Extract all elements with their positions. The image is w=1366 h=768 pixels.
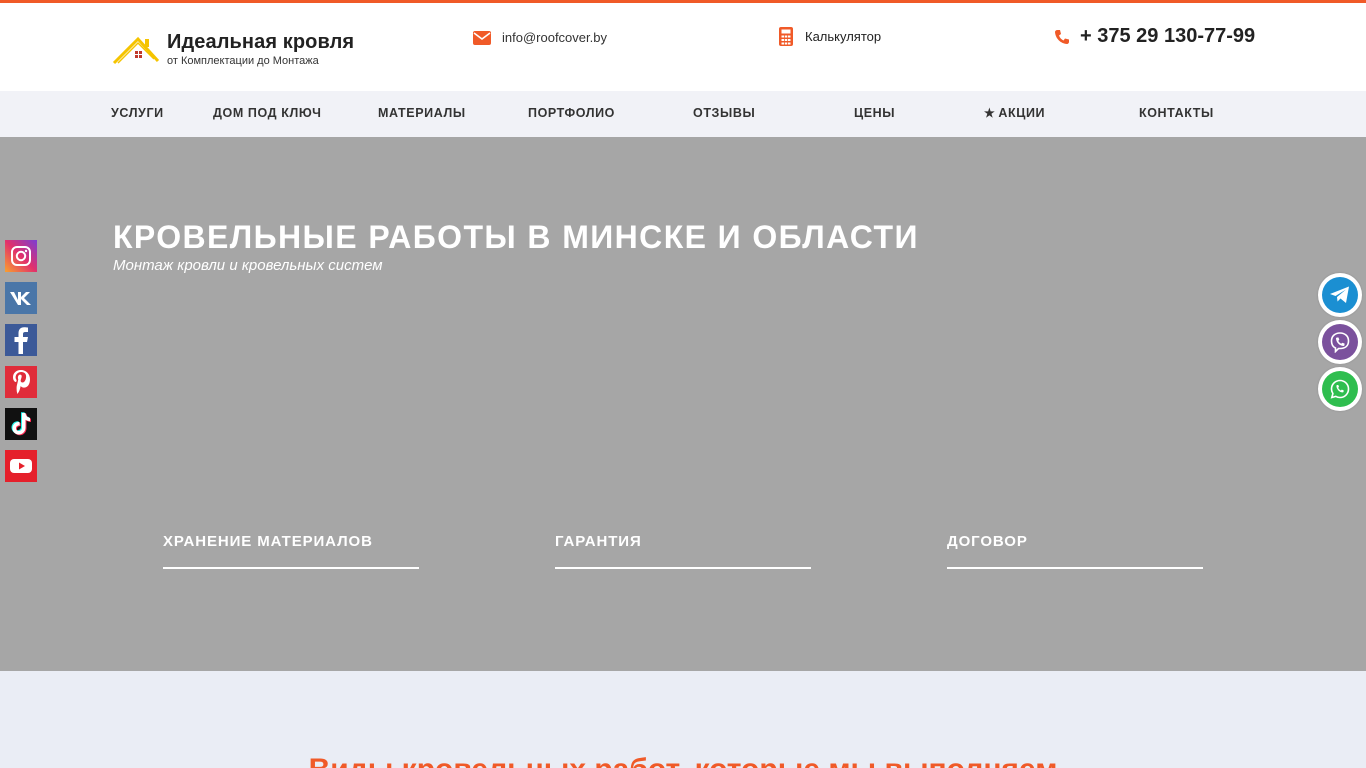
feature-contract: ДОГОВОР	[947, 533, 1203, 569]
house-roof-icon	[112, 31, 160, 67]
feature-label: ХРАНЕНИЕ МАТЕРИАЛОВ	[163, 533, 373, 550]
feature-underline	[555, 567, 811, 569]
feature-warranty: ГАРАНТИЯ	[555, 533, 811, 569]
email-link[interactable]: info@roofcover.by	[473, 30, 607, 45]
facebook-icon	[14, 327, 28, 354]
feature-storage: ХРАНЕНИЕ МАТЕРИАЛОВ	[163, 533, 419, 569]
youtube-link[interactable]	[5, 450, 37, 482]
nav-item-reviews[interactable]: ОТЗЫВЫ	[693, 106, 755, 120]
instagram-link[interactable]	[5, 240, 37, 272]
services-section: Виды кровельных работ, которые мы выполн…	[0, 671, 1366, 768]
nav-item-materials[interactable]: МАТЕРИАЛЫ	[378, 106, 466, 120]
phone-number: + 375 29 130-77-99	[1080, 25, 1256, 47]
viber-icon	[1322, 324, 1358, 360]
nav-item-portfolio[interactable]: ПОРТФОЛИО	[528, 106, 615, 120]
viber-link[interactable]	[1318, 320, 1362, 364]
logo[interactable]: Идеальная кровля от Комплектации до Монт…	[112, 31, 354, 67]
phone-icon	[1055, 29, 1069, 44]
feature-label: ДОГОВОР	[947, 533, 1028, 550]
vk-link[interactable]	[5, 282, 37, 314]
nav-item-contacts[interactable]: КОНТАКТЫ	[1139, 106, 1214, 120]
pinterest-icon	[13, 370, 30, 394]
tiktok-icon	[11, 412, 31, 436]
main-nav: УСЛУГИ ДОМ ПОД КЛЮЧ МАТЕРИАЛЫ ПОРТФОЛИО …	[0, 91, 1366, 137]
phone-link[interactable]: + 375 29 130-77-99	[1054, 25, 1255, 48]
section-title: Виды кровельных работ, которые мы выполн…	[0, 753, 1366, 768]
tiktok-link[interactable]	[5, 408, 37, 440]
nav-item-promotions[interactable]: ★ АКЦИИ	[984, 106, 1045, 120]
whatsapp-icon	[1322, 371, 1358, 407]
email-text: info@roofcover.by	[502, 30, 607, 45]
facebook-link[interactable]	[5, 324, 37, 356]
brand-tagline: от Комплектации до Монтажа	[167, 55, 319, 67]
nav-item-prices[interactable]: ЦЕНЫ	[854, 106, 895, 120]
hero-title: КРОВЕЛЬНЫЕ РАБОТЫ В МИНСКЕ И ОБЛАСТИ	[113, 219, 919, 255]
vk-icon	[10, 292, 31, 305]
calculator-link[interactable]: Калькулятор	[779, 27, 881, 46]
star-icon: ★	[984, 106, 996, 120]
nav-item-services[interactable]: УСЛУГИ	[111, 106, 164, 120]
calculator-label: Калькулятор	[805, 29, 882, 44]
feature-underline	[163, 567, 419, 569]
telegram-icon	[1322, 277, 1358, 313]
brand-name: Идеальная кровля	[167, 31, 355, 53]
instagram-icon	[11, 246, 31, 266]
youtube-icon	[10, 459, 32, 473]
telegram-link[interactable]	[1318, 273, 1362, 317]
nav-item-turnkey-house[interactable]: ДОМ ПОД КЛЮЧ	[213, 106, 322, 120]
whatsapp-link[interactable]	[1318, 367, 1362, 411]
site-header: Идеальная кровля от Комплектации до Монт…	[0, 3, 1366, 91]
calculator-icon	[779, 27, 793, 46]
envelope-icon	[473, 30, 491, 45]
feature-underline	[947, 567, 1203, 569]
hero-subtitle: Монтаж кровли и кровельных систем	[113, 257, 383, 274]
nav-item-promotions-label: АКЦИИ	[998, 106, 1046, 120]
hero-banner: КРОВЕЛЬНЫЕ РАБОТЫ В МИНСКЕ И ОБЛАСТИ Мон…	[0, 137, 1366, 671]
feature-label: ГАРАНТИЯ	[555, 533, 642, 550]
pinterest-link[interactable]	[5, 366, 37, 398]
